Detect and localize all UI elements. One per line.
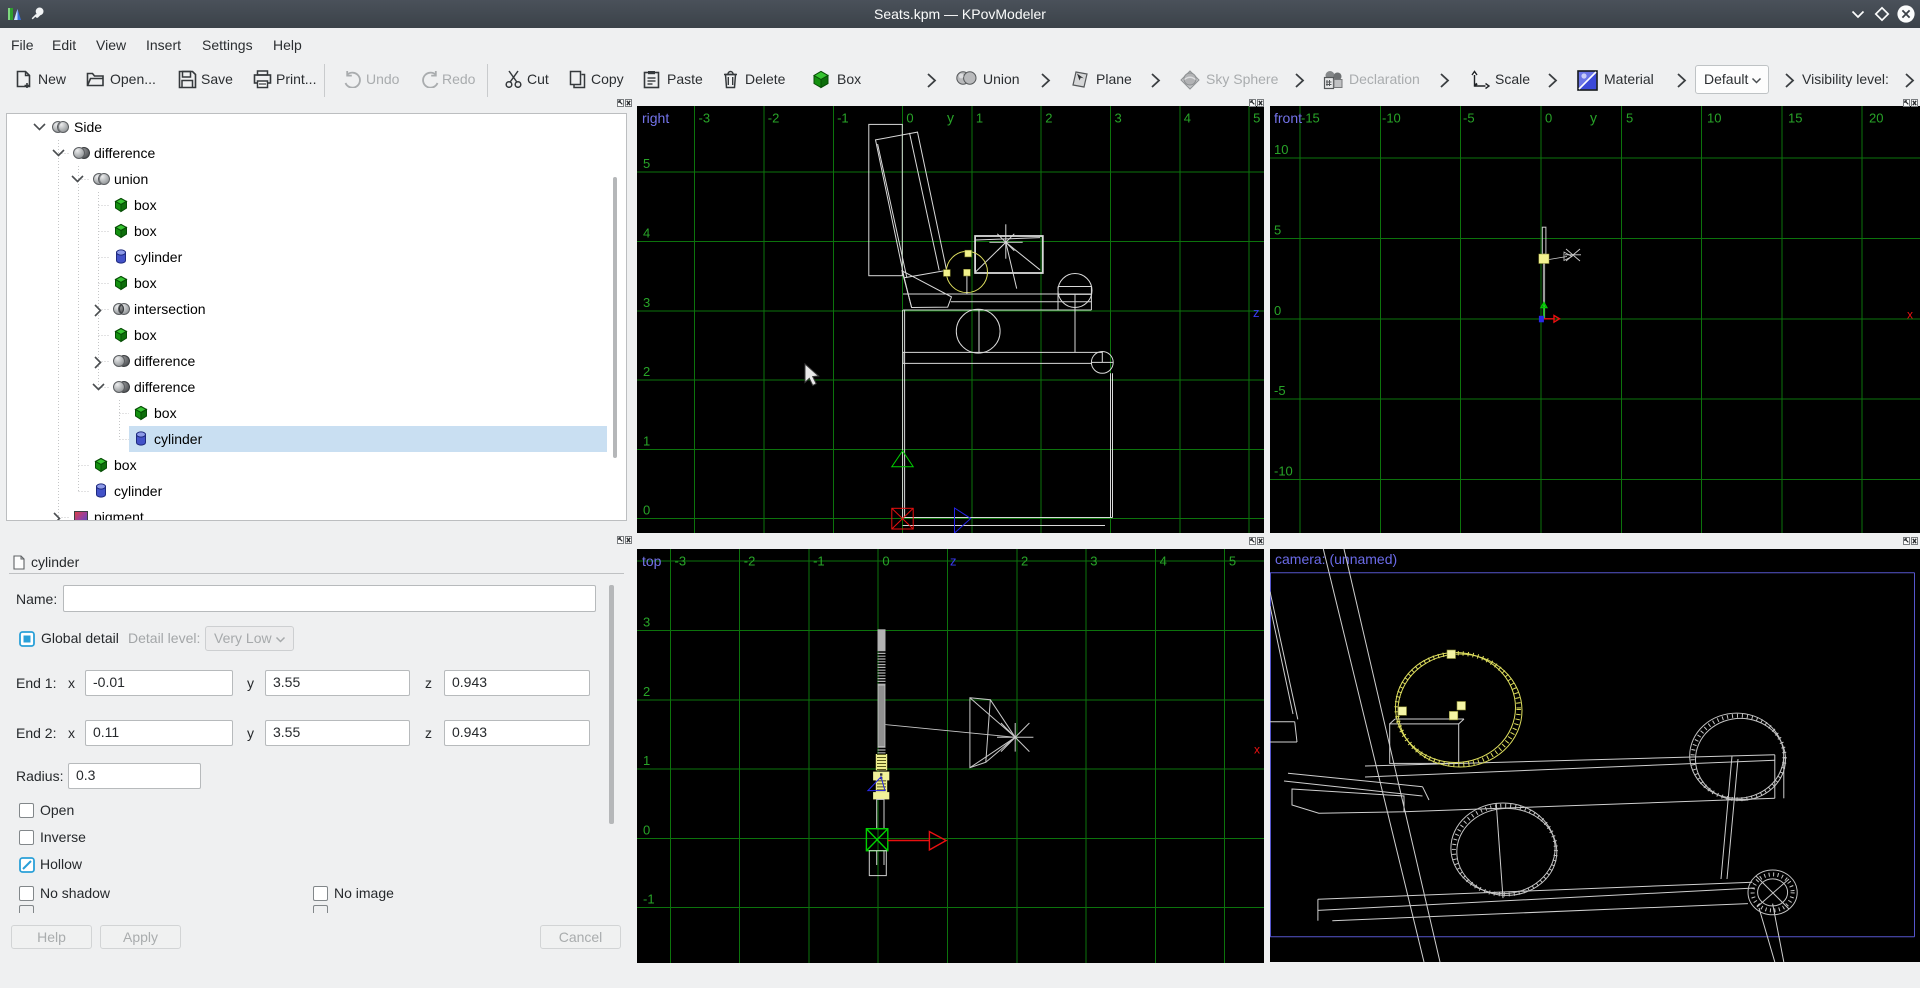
svg-text:10: 10 <box>1274 142 1288 157</box>
svg-text:0: 0 <box>643 503 650 518</box>
svg-text:4: 4 <box>643 226 650 241</box>
svg-text:camera: (unnamed): camera: (unnamed) <box>1275 551 1397 567</box>
svg-text:-10: -10 <box>1382 111 1401 126</box>
svg-text:-5: -5 <box>1274 383 1286 398</box>
svg-text:-1: -1 <box>813 554 825 569</box>
svg-text:z: z <box>950 554 957 569</box>
svg-text:5: 5 <box>643 156 650 171</box>
svg-text:0: 0 <box>643 822 650 837</box>
svg-text:3: 3 <box>1090 554 1097 569</box>
svg-text:2: 2 <box>643 684 650 699</box>
svg-text:3: 3 <box>643 615 650 630</box>
svg-text:4: 4 <box>1184 111 1191 126</box>
svg-text:1: 1 <box>976 111 983 126</box>
svg-text:-2: -2 <box>768 111 780 126</box>
svg-text:z: z <box>1253 305 1260 320</box>
svg-text:4: 4 <box>1160 554 1167 569</box>
svg-text:5: 5 <box>1274 222 1281 237</box>
svg-text:20: 20 <box>1869 111 1883 126</box>
svg-text:3: 3 <box>643 295 650 310</box>
svg-text:2: 2 <box>643 364 650 379</box>
svg-text:0: 0 <box>1274 303 1281 318</box>
svg-text:0: 0 <box>882 554 889 569</box>
svg-text:5: 5 <box>1229 554 1236 569</box>
svg-text:-3: -3 <box>699 111 711 126</box>
svg-text:1: 1 <box>643 433 650 448</box>
svg-text:y: y <box>947 110 954 126</box>
svg-text:0: 0 <box>906 111 913 126</box>
svg-text:5: 5 <box>1626 111 1633 126</box>
svg-text:1: 1 <box>643 753 650 768</box>
svg-text:2: 2 <box>1021 554 1028 569</box>
svg-text:right: right <box>642 110 669 126</box>
svg-text:x: x <box>1254 743 1260 757</box>
svg-text:front: front <box>1274 110 1302 126</box>
svg-text:top: top <box>642 553 662 569</box>
svg-text:5: 5 <box>1253 111 1260 126</box>
svg-text:y: y <box>1590 110 1597 126</box>
svg-text:10: 10 <box>1707 111 1721 126</box>
svg-text:-5: -5 <box>1463 111 1475 126</box>
svg-text:15: 15 <box>1788 111 1802 126</box>
svg-text:3: 3 <box>1115 111 1122 126</box>
svg-text:-1: -1 <box>837 111 849 126</box>
svg-text:x: x <box>1907 308 1913 322</box>
svg-text:-10: -10 <box>1274 464 1293 479</box>
svg-text:2: 2 <box>1045 111 1052 126</box>
svg-text:0: 0 <box>1545 111 1552 126</box>
svg-text:-3: -3 <box>675 554 687 569</box>
svg-text:-15: -15 <box>1301 111 1320 126</box>
svg-text:-2: -2 <box>744 554 756 569</box>
svg-text:-1: -1 <box>643 892 655 907</box>
